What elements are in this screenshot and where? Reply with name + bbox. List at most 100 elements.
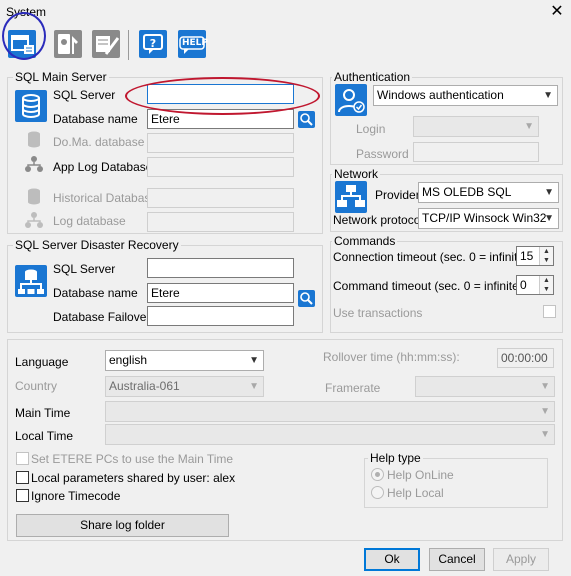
app-log-database-icon (24, 154, 44, 174)
authentication-select[interactable]: Windows authentication ▼ (373, 85, 558, 106)
database-failover-input[interactable] (147, 306, 294, 326)
chevron-down-icon: ▼ (524, 121, 534, 132)
share-log-folder-button[interactable]: Share log folder (16, 514, 229, 537)
historical-database-icon (24, 186, 44, 206)
log-database-label: Log database (53, 214, 126, 228)
historical-database-label: Historical Database (53, 191, 158, 205)
language-select-value: english (109, 353, 148, 367)
network-icon (335, 181, 367, 213)
command-timeout-label: Command timeout (sec. 0 = infinite) (333, 279, 523, 293)
framerate-label: Framerate (325, 381, 381, 395)
language-label: Language (15, 355, 69, 369)
close-icon[interactable]: ✕ (546, 1, 568, 23)
help-local-label: Help Local (387, 486, 444, 500)
user-auth-icon (335, 84, 367, 116)
help-question-icon[interactable]: ? (137, 28, 169, 60)
ignore-timecode-label: Ignore Timecode (31, 489, 121, 503)
stepper-arrows-icon[interactable]: ▲ ▼ (539, 247, 553, 265)
main-time-label: Main Time (15, 406, 71, 420)
stepper-arrows-icon[interactable]: ▲ ▼ (539, 276, 553, 294)
app-log-database-input (147, 157, 294, 177)
connection-timeout-stepper[interactable]: 15 ▲ ▼ (516, 246, 554, 266)
dr-sql-server-input[interactable] (147, 258, 294, 278)
chevron-down-icon: ▼ (540, 381, 550, 392)
help-type-group (364, 458, 548, 508)
log-database-icon (24, 210, 44, 230)
set-etere-main-time-label: Set ETERE PCs to use the Main Time (31, 452, 234, 466)
local-parameters-checkbox[interactable] (16, 471, 29, 484)
login-label: Login (356, 122, 386, 136)
password-input (413, 142, 539, 162)
command-timeout-stepper[interactable]: 0 ▲ ▼ (516, 275, 554, 295)
local-parameters-label: Local parameters shared by user: alex (31, 471, 236, 485)
chevron-down-icon: ▼ (249, 355, 259, 366)
main-time-select: ▼ (105, 401, 555, 422)
country-label: Country (15, 379, 58, 393)
connection-timeout-label: Connection timeout (sec. 0 = infinite) (333, 250, 529, 264)
provider-label: Provider (375, 188, 420, 202)
dr-database-name-label: Database name (53, 286, 138, 300)
doma-database-input (147, 133, 294, 153)
chevron-down-icon: ▼ (249, 381, 259, 392)
use-transactions-label: Use transactions (333, 306, 423, 320)
commands-group-label: Commands (332, 234, 398, 248)
network-group-label: Network (332, 167, 381, 181)
provider-select-value: MS OLEDB SQL (422, 185, 512, 199)
local-time-select: ▼ (105, 424, 555, 445)
authentication-group-label: Authentication (332, 70, 413, 84)
help-type-group-label: Help type (368, 451, 423, 465)
use-transactions-checkbox (543, 305, 556, 318)
chevron-down-icon: ▼ (544, 187, 554, 198)
help-icon[interactable]: HELP (176, 28, 208, 60)
authentication-select-value: Windows authentication (377, 88, 504, 102)
database-server-icon (15, 90, 47, 122)
ignore-timecode-checkbox[interactable] (16, 489, 29, 502)
chevron-down-icon: ▼ (540, 429, 550, 440)
password-label: Password (356, 147, 409, 161)
framerate-select: ▼ (415, 376, 555, 397)
doma-database-label: Do.Ma. database (53, 135, 145, 149)
database-name-label: Database name (53, 112, 138, 126)
language-select[interactable]: english ▼ (105, 350, 264, 371)
tools-settings-icon[interactable] (52, 28, 84, 60)
dr-database-name-input[interactable]: Etere (147, 283, 294, 303)
login-select: ▼ (413, 116, 539, 137)
help-icon-label: HELP (182, 38, 209, 48)
connection-timeout-value: 15 (520, 249, 534, 263)
network-protocol-select[interactable]: TCP/IP Winsock Win32 ▼ (418, 208, 559, 229)
set-etere-main-time-checkbox (16, 452, 29, 465)
country-select-value: Australia-061 (109, 379, 180, 393)
ok-button[interactable]: Ok (364, 548, 420, 571)
annotation-highlight-ellipse (125, 77, 320, 115)
historical-database-input (147, 188, 294, 208)
log-database-input (147, 212, 294, 232)
app-log-database-label: App Log Database (53, 160, 153, 174)
apply-button: Apply (493, 548, 549, 571)
help-online-radio (371, 468, 384, 481)
chevron-down-icon: ▼ (543, 90, 553, 101)
chevron-down-icon: ▼ (544, 213, 554, 224)
network-protocol-select-value: TCP/IP Winsock Win32 (422, 211, 547, 225)
disaster-recovery-group-label: SQL Server Disaster Recovery (13, 238, 181, 252)
help-online-label: Help OnLine (387, 468, 454, 482)
database-failover-label: Database Failover (53, 310, 151, 324)
sql-server-label: SQL Server (53, 88, 116, 102)
rollover-time-label: Rollover time (hh:mm:ss): (323, 350, 460, 364)
app-settings-icon[interactable] (90, 28, 122, 60)
doma-database-icon (24, 129, 44, 149)
annotation-highlight-circle (2, 12, 46, 60)
cancel-button[interactable]: Cancel (429, 548, 485, 571)
network-protocol-label: Network protocol (333, 213, 424, 227)
dr-sql-server-label: SQL Server (53, 262, 116, 276)
svg-text:?: ? (150, 37, 156, 50)
help-local-radio (371, 486, 384, 499)
sql-main-group-label: SQL Main Server (13, 70, 109, 84)
chevron-down-icon: ▼ (540, 406, 550, 417)
network-database-icon (15, 265, 47, 297)
command-timeout-value: 0 (520, 278, 527, 292)
search-icon[interactable] (298, 111, 315, 128)
provider-select[interactable]: MS OLEDB SQL ▼ (418, 182, 559, 203)
local-time-label: Local Time (15, 429, 74, 443)
country-select: Australia-061 ▼ (105, 376, 264, 397)
dr-search-icon[interactable] (298, 290, 315, 307)
